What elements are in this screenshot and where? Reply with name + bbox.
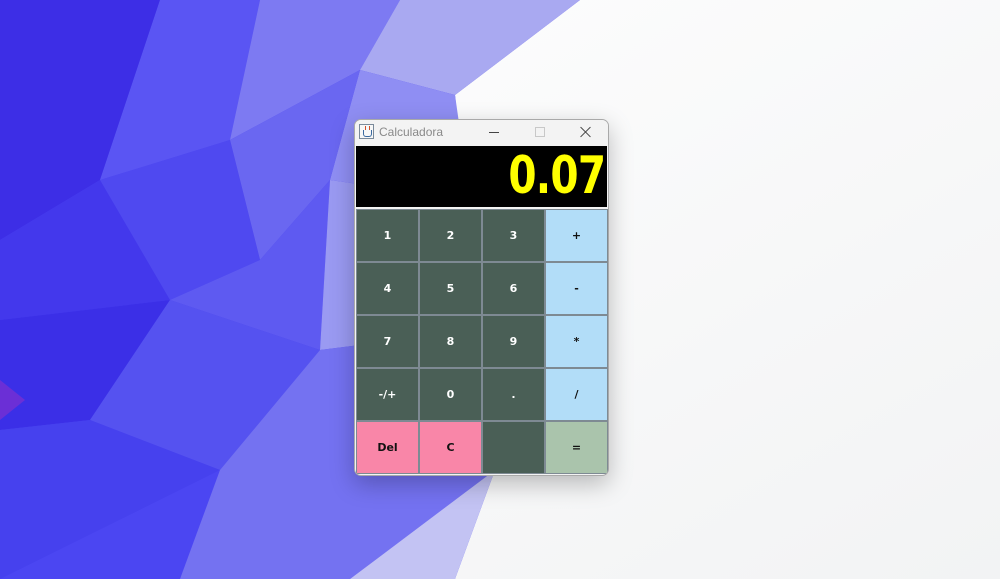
delete-button[interactable]: Del	[356, 421, 419, 474]
key-7[interactable]: 7	[356, 315, 419, 368]
close-icon	[580, 126, 592, 138]
calculator-window: Calculadora 0.07 1 2 3 + 4 5 6 - 7 8 9 *…	[354, 119, 609, 476]
maximize-button[interactable]	[517, 120, 563, 144]
subtract-button[interactable]: -	[545, 262, 608, 315]
minimize-button[interactable]	[471, 120, 517, 144]
divide-button[interactable]: /	[545, 368, 608, 421]
clear-button[interactable]: C	[419, 421, 482, 474]
decimal-point-button[interactable]: .	[482, 368, 545, 421]
key-8[interactable]: 8	[419, 315, 482, 368]
blank-key[interactable]	[482, 421, 545, 474]
minimize-icon	[489, 131, 499, 133]
negate-button[interactable]: -/+	[356, 368, 419, 421]
keypad: 1 2 3 + 4 5 6 - 7 8 9 * -/+ 0 . / Del C …	[356, 209, 608, 474]
key-2[interactable]: 2	[419, 209, 482, 262]
key-0[interactable]: 0	[419, 368, 482, 421]
result-display: 0.07	[356, 146, 607, 207]
multiply-button[interactable]: *	[545, 315, 608, 368]
display-value: 0.07	[508, 146, 606, 206]
maximize-icon	[535, 127, 545, 137]
key-6[interactable]: 6	[482, 262, 545, 315]
key-9[interactable]: 9	[482, 315, 545, 368]
key-3[interactable]: 3	[482, 209, 545, 262]
close-button[interactable]	[563, 120, 608, 144]
key-4[interactable]: 4	[356, 262, 419, 315]
key-1[interactable]: 1	[356, 209, 419, 262]
java-cup-icon	[359, 124, 374, 139]
key-5[interactable]: 5	[419, 262, 482, 315]
equals-button[interactable]: =	[545, 421, 608, 474]
window-title: Calculadora	[379, 125, 444, 139]
title-bar[interactable]: Calculadora	[355, 120, 608, 144]
add-button[interactable]: +	[545, 209, 608, 262]
